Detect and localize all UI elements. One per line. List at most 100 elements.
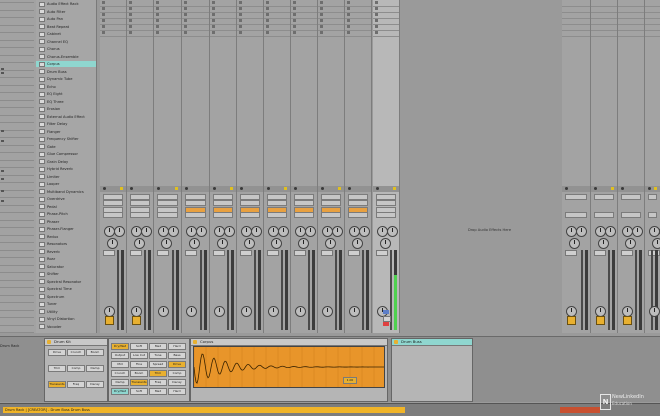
browser-item[interactable]: Cabinet	[36, 31, 96, 37]
clip-slot[interactable]	[237, 36, 263, 37]
browser-item[interactable]: Drum Buss	[36, 69, 96, 75]
send-knob[interactable]	[569, 238, 580, 249]
browser-item[interactable]: Vocoder	[36, 324, 96, 330]
clip-slot[interactable]	[562, 12, 590, 13]
io-selector[interactable]	[240, 200, 260, 206]
stop-icon[interactable]	[103, 187, 106, 190]
stop-icon[interactable]	[648, 187, 651, 190]
send-knob[interactable]	[196, 226, 207, 237]
clip-slot[interactable]	[618, 6, 644, 7]
volume-readout[interactable]	[157, 250, 169, 256]
send-knob[interactable]	[114, 226, 125, 237]
stop-icon[interactable]	[348, 187, 351, 190]
rack-button[interactable]: Drive	[48, 349, 66, 356]
clip-slot-button[interactable]	[266, 19, 274, 22]
clip-slot-button[interactable]	[156, 7, 164, 10]
volume-fader[interactable]	[651, 250, 653, 330]
volume-readout[interactable]	[240, 250, 252, 256]
play-icon[interactable]	[611, 187, 614, 190]
play-icon[interactable]	[654, 187, 657, 190]
macro-button[interactable]: Decay	[168, 379, 186, 386]
clip-slot[interactable]	[645, 12, 660, 13]
pan-knob[interactable]	[322, 306, 333, 317]
macro-button[interactable]: Hard	[168, 343, 186, 350]
track-activator[interactable]	[105, 316, 114, 325]
io-selector[interactable]	[376, 200, 396, 206]
volume-fader[interactable]	[200, 250, 202, 330]
clip-slot[interactable]	[591, 36, 617, 37]
track-column[interactable]	[591, 0, 618, 333]
volume-readout[interactable]	[213, 250, 225, 256]
stop-icon[interactable]	[240, 187, 243, 190]
clip-slot[interactable]	[562, 36, 590, 37]
browser-item[interactable]: Redux	[36, 234, 96, 240]
play-icon[interactable]	[120, 187, 123, 190]
browser-item[interactable]: Channel EQ	[36, 39, 96, 45]
clip-slot-button[interactable]	[212, 25, 220, 28]
volume-readout[interactable]	[321, 250, 333, 256]
clip-slot-button[interactable]	[212, 19, 220, 22]
clip-slot[interactable]	[182, 36, 209, 37]
clip-slot-button[interactable]	[212, 13, 220, 16]
clip-slot-button[interactable]	[184, 31, 192, 34]
volume-fader[interactable]	[117, 250, 119, 330]
track-column[interactable]	[127, 0, 154, 333]
macro-button[interactable]: Comp	[168, 370, 186, 377]
clip-slot-button[interactable]	[102, 25, 110, 28]
rack-button[interactable]: Trim	[48, 365, 66, 372]
stop-row[interactable]	[264, 186, 290, 192]
clip-slot-button[interactable]	[239, 25, 247, 28]
pan-knob[interactable]	[268, 306, 279, 317]
clip-slot[interactable]	[562, 18, 590, 19]
track-column[interactable]	[210, 0, 237, 333]
corpus-value[interactable]: 1.00	[343, 377, 357, 384]
volume-fader[interactable]	[608, 250, 610, 330]
volume-readout[interactable]	[621, 250, 633, 256]
volume-readout[interactable]	[594, 250, 606, 256]
browser-item[interactable]: Spectral Time	[36, 286, 96, 292]
stop-icon[interactable]	[321, 187, 324, 190]
clip-slot-button[interactable]	[266, 1, 274, 4]
browser-item[interactable]: Chorus-Ensemble	[36, 54, 96, 60]
play-icon[interactable]	[338, 187, 341, 190]
send-knob[interactable]	[380, 238, 391, 249]
clip-slot-button[interactable]	[212, 31, 220, 34]
volume-readout[interactable]	[348, 250, 360, 256]
macro-button[interactable]: Output	[111, 352, 129, 359]
clip-slot[interactable]	[562, 6, 590, 7]
volume-readout[interactable]	[294, 250, 306, 256]
browser-item[interactable]: Auto Filter	[36, 9, 96, 15]
clip-slot-button[interactable]	[129, 19, 137, 22]
clip-slot-button[interactable]	[347, 31, 355, 34]
macro-button[interactable]: Drive	[168, 361, 186, 368]
io-selector[interactable]	[621, 194, 641, 200]
stop-row[interactable]	[182, 186, 209, 192]
send-knob[interactable]	[598, 238, 609, 249]
stop-row[interactable]	[645, 186, 660, 192]
clip-slot-button[interactable]	[320, 1, 328, 4]
pan-knob[interactable]	[214, 306, 225, 317]
macro-button[interactable]: Med	[149, 388, 167, 395]
browser-item[interactable]: Phaser-Flanger	[36, 226, 96, 232]
play-icon[interactable]	[230, 187, 233, 190]
io-selector[interactable]	[648, 194, 657, 200]
play-icon[interactable]	[393, 187, 396, 190]
browser-item[interactable]: Shifter	[36, 271, 96, 277]
clip-slot-button[interactable]	[293, 25, 301, 28]
stop-icon[interactable]	[565, 187, 568, 190]
macro-button[interactable]: Soft	[130, 388, 148, 395]
clip-slot[interactable]	[645, 30, 660, 31]
monitor-selector[interactable]	[294, 212, 314, 218]
clip-slot-button[interactable]	[102, 7, 110, 10]
clip-slot-button[interactable]	[239, 1, 247, 4]
macro-button[interactable]: Transients	[130, 379, 148, 386]
browser-item[interactable]: Resonators	[36, 241, 96, 247]
volume-readout[interactable]	[185, 250, 197, 256]
send-knob[interactable]	[605, 226, 616, 237]
track-column[interactable]	[345, 0, 372, 333]
browser-item[interactable]: Reverb	[36, 249, 96, 255]
clip-slot-button[interactable]	[156, 1, 164, 4]
clip-slot-button[interactable]	[375, 1, 383, 4]
clip-slot-button[interactable]	[320, 25, 328, 28]
clip-slot[interactable]	[345, 36, 371, 37]
